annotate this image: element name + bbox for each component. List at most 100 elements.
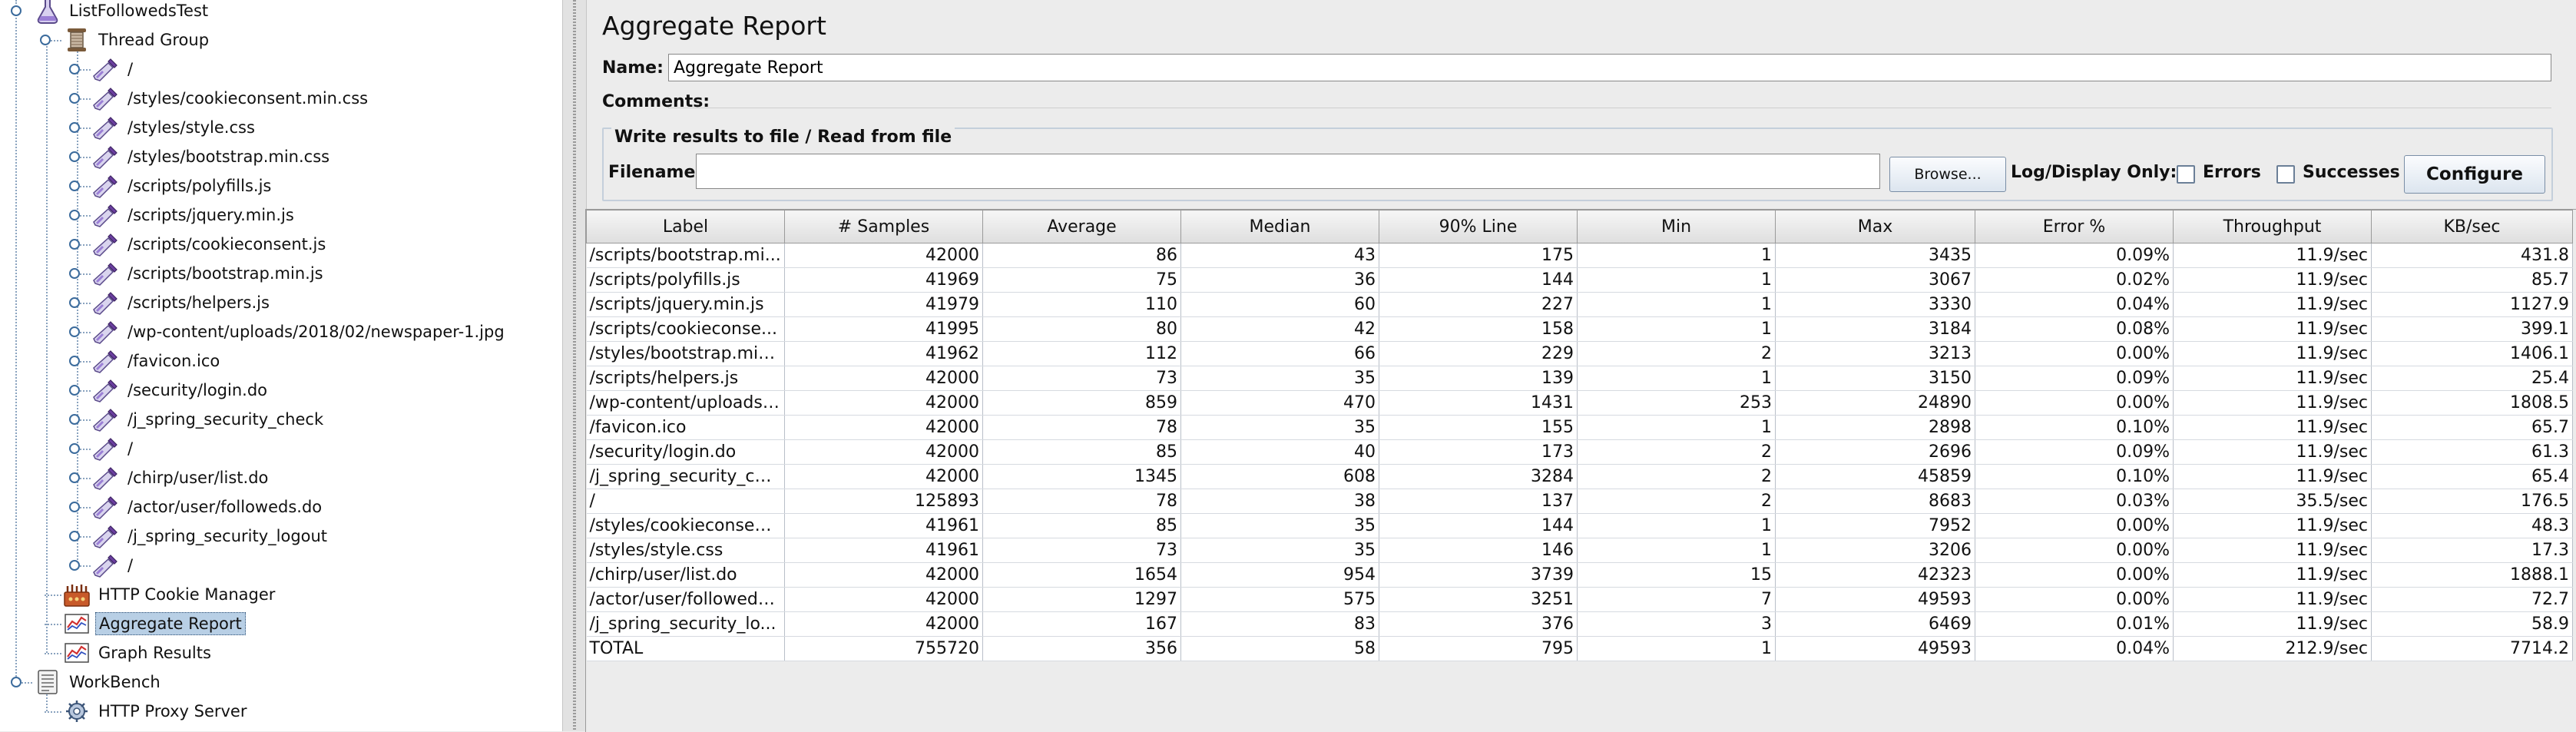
filename-field[interactable] <box>696 154 1880 189</box>
tree-expander-icon[interactable] <box>11 677 22 687</box>
tree-node[interactable]: / <box>92 55 136 84</box>
tree-node[interactable]: / <box>92 434 136 463</box>
pipette-icon <box>92 552 120 578</box>
table-row[interactable]: /scripts/polyfills.js 41969 75 36 144 1 3067 0.… <box>586 267 2573 293</box>
name-field[interactable] <box>668 54 2551 81</box>
table-row[interactable]: /security/login.do 42000 85 40 173 2 2696 0.09%… <box>586 439 2573 465</box>
table-row[interactable]: /actor/user/followeds.... 42000 1297 575 325… <box>586 587 2573 612</box>
tree-node[interactable]: WorkBench <box>34 667 164 697</box>
column-header[interactable]: Average <box>982 210 1181 243</box>
tree-node[interactable]: HTTP Cookie Manager <box>63 580 278 609</box>
errors-checkbox[interactable] <box>2177 165 2195 184</box>
tree-expander-icon[interactable] <box>69 93 80 104</box>
tree-node[interactable]: /actor/user/followeds.do <box>92 492 325 522</box>
tree-node[interactable]: /scripts/polyfills.js <box>92 171 274 200</box>
test-plan-tree[interactable]: ListFollowedsTest Thread Group / /styles/co… <box>0 0 562 731</box>
table-cell: 35 <box>1180 513 1379 538</box>
tree-node[interactable]: /scripts/bootstrap.min.js <box>92 259 326 288</box>
table-row[interactable]: /j_spring_security_ch... 42000 1345 608 3284… <box>586 464 2573 489</box>
table-cell: 42000 <box>784 439 983 465</box>
table-total-row[interactable]: TOTAL 755720 356 58 795 1 49593 0.04% 212.9/sec 7… <box>586 636 2573 661</box>
pipette-icon <box>92 290 120 316</box>
tree-expander-icon[interactable] <box>69 181 80 191</box>
tree-node[interactable]: /wp-content/uploads/2018/02/newspaper-1.… <box>92 317 508 346</box>
table-row[interactable]: /scripts/helpers.js 42000 73 35 139 1 3150 0.09… <box>586 366 2573 391</box>
table-cell: 65.7 <box>2371 415 2573 440</box>
tree-node[interactable]: /security/login.do <box>92 376 270 405</box>
tree-node-label: HTTP Cookie Manager <box>98 585 276 604</box>
tree-expander-icon[interactable] <box>69 268 80 279</box>
table-row[interactable]: /wp-content/uploads/... 42000 859 470 1431 25… <box>586 390 2573 416</box>
table-cell: 3184 <box>1775 316 1975 342</box>
table-cell: 42000 <box>784 464 983 489</box>
tree-expander-icon[interactable] <box>69 443 80 454</box>
tree-node[interactable]: HTTP Proxy Server <box>63 697 250 726</box>
table-cell: TOTAL <box>586 636 785 661</box>
column-header[interactable]: Throughput <box>2173 210 2372 243</box>
tree-expander-icon[interactable] <box>69 151 80 162</box>
tree-node[interactable]: /scripts/cookieconsent.js <box>92 230 329 259</box>
table-row[interactable]: /styles/style.css 41961 73 35 146 1 3206 0.00% 1… <box>586 538 2573 563</box>
browse-button[interactable]: Browse... <box>1889 157 2006 192</box>
splitter-grip[interactable] <box>573 0 576 731</box>
table-cell: / <box>586 489 785 514</box>
table-cell: 35.5/sec <box>2173 489 2372 514</box>
column-header[interactable]: KB/sec <box>2371 210 2573 243</box>
table-cell: /styles/cookieconsen... <box>586 513 785 538</box>
table-row[interactable]: /scripts/jquery.min.js 41979 110 60 227 1 3330… <box>586 292 2573 317</box>
table-cell: 11.9/sec <box>2173 611 2372 637</box>
table-row[interactable]: /125893 78 38 137 2 8683 0.03% 35.5/sec 176.5 <box>586 489 2573 514</box>
configure-button[interactable]: Configure <box>2404 155 2545 194</box>
tree-node[interactable]: /j_spring_security_logout <box>92 522 330 551</box>
column-header[interactable]: 90% Line <box>1379 210 1578 243</box>
tree-node[interactable]: Aggregate Report <box>63 609 246 638</box>
tree-node[interactable]: /scripts/helpers.js <box>92 288 273 317</box>
table-row[interactable]: /styles/bootstrap.min.... 41962 112 66 229 2 3… <box>586 341 2573 366</box>
tree-expander-icon[interactable] <box>69 385 80 396</box>
tree-node[interactable]: /styles/cookieconsent.min.css <box>92 84 371 113</box>
table-row[interactable]: /j_spring_security_lo... 42000 167 83 376 3 64… <box>586 611 2573 637</box>
split-pane-divider[interactable] <box>562 0 587 731</box>
tree-expander-icon[interactable] <box>69 531 80 542</box>
table-row[interactable]: /styles/cookieconsen... 41961 85 35 144 1 7952… <box>586 513 2573 538</box>
tree-expander-icon[interactable] <box>69 210 80 220</box>
tree-node[interactable]: Graph Results <box>63 638 214 667</box>
tree-node[interactable]: /j_spring_security_check <box>92 405 326 434</box>
table-cell: 0.04% <box>1975 636 2174 661</box>
table-cell: 431.8 <box>2371 243 2573 268</box>
tree-expander-icon[interactable] <box>69 122 80 133</box>
column-header[interactable]: Min <box>1577 210 1776 243</box>
tree-expander-icon[interactable] <box>69 356 80 366</box>
table-row[interactable]: /scripts/bootstrap.mi... 42000 86 43 175 1 343… <box>586 243 2573 268</box>
tree-expander-icon[interactable] <box>69 239 80 250</box>
tree-node[interactable]: /styles/style.css <box>92 113 258 142</box>
successes-checkbox[interactable] <box>2276 165 2295 184</box>
tree-expander-icon[interactable] <box>69 560 80 571</box>
tree-node[interactable]: /chirp/user/list.do <box>92 463 271 492</box>
tree-node[interactable]: ListFollowedsTest <box>34 0 211 25</box>
column-header[interactable]: Error % <box>1975 210 2174 243</box>
tree-node[interactable]: /favicon.ico <box>92 346 223 376</box>
table-row[interactable]: /scripts/cookieconse... 41995 80 42 158 1 3184… <box>586 316 2573 342</box>
tree-expander-icon[interactable] <box>69 414 80 425</box>
column-header[interactable]: # Samples <box>784 210 983 243</box>
column-header[interactable]: Label <box>586 210 785 243</box>
tree-expander-icon[interactable] <box>40 35 51 45</box>
tree-expander-icon[interactable] <box>69 472 80 483</box>
column-header[interactable]: Median <box>1180 210 1379 243</box>
tree-expander-icon[interactable] <box>11 5 22 16</box>
tree-node[interactable]: /styles/bootstrap.min.css <box>92 142 333 171</box>
table-row[interactable]: /favicon.ico 42000 78 35 155 1 2898 0.10% 11.9/s… <box>586 415 2573 440</box>
tree-expander-icon[interactable] <box>69 64 80 75</box>
tree-expander-icon[interactable] <box>69 326 80 337</box>
tree-node[interactable]: /scripts/jquery.min.js <box>92 200 297 230</box>
table-cell: 954 <box>1180 562 1379 588</box>
tree-node[interactable]: / <box>92 551 136 580</box>
table-cell: 167 <box>982 611 1181 637</box>
tree-expander-icon[interactable] <box>69 297 80 308</box>
table-cell: 1 <box>1577 538 1776 563</box>
tree-node[interactable]: Thread Group <box>63 25 212 55</box>
tree-expander-icon[interactable] <box>69 502 80 512</box>
table-row[interactable]: /chirp/user/list.do 42000 1654 954 3739 15 423… <box>586 562 2573 588</box>
column-header[interactable]: Max <box>1775 210 1975 243</box>
